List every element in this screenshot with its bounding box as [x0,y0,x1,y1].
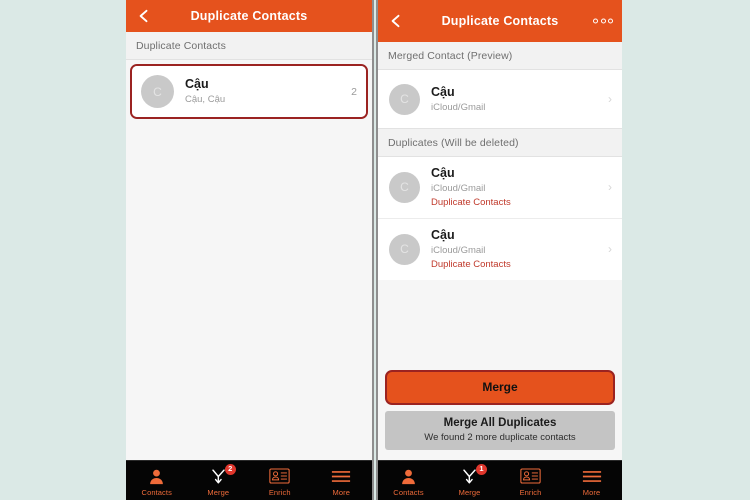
left-screen-body: Duplicate Contacts C Cậu Cậu, Cậu 2 [126,32,372,460]
left-contacts-list: C Cậu Cậu, Cậu 2 [126,60,372,119]
merge-badge: 2 [224,463,236,475]
left-phone-screen: Duplicate Contacts Duplicate Contacts C … [126,0,374,500]
tab-more[interactable]: More [311,461,373,500]
person-icon [148,467,165,486]
hamburger-icon [582,467,602,486]
person-icon [400,467,417,486]
avatar: C [389,233,420,265]
contact-name: Cậu [431,227,455,242]
screenshot-stage: Duplicate Contacts Duplicate Contacts C … [0,0,750,500]
merged-contact-list: C Cậu iCloud/Gmail › [378,70,622,128]
avatar: C [141,75,174,108]
right-screen-body: Merged Contact (Preview) C Cậu iCloud/Gm… [378,42,622,460]
merge-badge: 1 [476,463,487,475]
left-section-header: Duplicate Contacts [126,32,372,60]
tab-label: Merge [458,487,481,497]
list-item[interactable]: C Cậu Cậu, Cậu 2 [132,66,366,117]
tab-label: Enrich [268,487,291,497]
merge-arrows-icon: 2 [210,463,236,486]
right-page-title: Duplicate Contacts [441,14,559,28]
list-item-text: Cậu iCloud/Gmail Duplicate Contacts [431,228,602,271]
tab-label: Contacts [393,487,424,497]
contact-card-icon [269,467,290,486]
chevron-right-icon: › [608,180,612,195]
list-item[interactable]: C Cậu iCloud/Gmail Duplicate Contacts › [378,217,622,280]
right-phone-screen: Duplicate Contacts Merged Contact (Previ… [376,0,622,500]
left-tabbar: Contacts 2 Merge Enrich More [126,460,372,500]
list-item-text: Cậu Cậu, Cậu [185,77,345,106]
merged-section-header: Merged Contact (Preview) [378,42,622,70]
left-empty-area [126,119,372,460]
tab-merge[interactable]: 2 Merge [188,461,250,500]
right-empty-area [378,279,622,371]
tab-enrich[interactable]: Enrich [500,461,561,500]
back-chevron-icon[interactable] [137,9,151,23]
list-item[interactable]: C Cậu iCloud/Gmail › [378,70,622,128]
more-dot [600,18,606,24]
duplicates-section-header: Duplicates (Will be deleted) [378,128,622,157]
back-chevron-icon[interactable] [389,14,403,28]
merge-all-duplicates-button[interactable]: Merge All Duplicates We found 2 more dup… [385,411,615,450]
contact-name: Cậu [431,166,455,180]
tab-more[interactable]: More [561,461,622,500]
contact-subtitle: Cậu, Cậu [185,94,226,106]
tab-merge[interactable]: 1 Merge [439,461,500,500]
list-item-text: Cậu iCloud/Gmail [431,85,602,114]
list-item-text: Cậu iCloud/Gmail Duplicate Contacts [431,166,602,209]
tab-contacts[interactable]: Contacts [378,461,439,500]
avatar: C [389,171,420,203]
duplicate-count: 2 [351,85,357,98]
duplicates-list: C Cậu iCloud/Gmail Duplicate Contacts › … [378,157,622,280]
tab-label: Merge [207,487,230,497]
tab-contacts[interactable]: Contacts [126,461,188,500]
duplicate-tag: Duplicate Contacts [431,258,511,270]
hamburger-icon [331,467,351,486]
right-tabbar: Contacts 1 Merge Enrich More [378,460,622,500]
more-dot [593,18,598,24]
merge-all-sublabel: We found 2 more duplicate contacts [424,431,576,443]
tab-label: More [332,487,350,497]
action-buttons: Merge Merge All Duplicates We found 2 mo… [378,370,622,460]
contact-source: iCloud/Gmail [431,244,486,256]
tab-label: More [582,487,601,497]
merge-button[interactable]: Merge [385,370,615,406]
list-item[interactable]: C Cậu iCloud/Gmail Duplicate Contacts › [378,157,622,218]
avatar: C [389,83,420,115]
left-page-title: Duplicate Contacts [190,9,308,23]
chevron-right-icon: › [608,242,612,257]
chevron-right-icon: › [608,92,612,106]
contact-name: Cậu [431,84,455,99]
contact-source: iCloud/Gmail [431,183,486,194]
selected-duplicate-group[interactable]: C Cậu Cậu, Cậu 2 [130,64,368,119]
right-navbar: Duplicate Contacts [378,0,622,42]
more-options-icon[interactable] [593,18,613,24]
contact-name: Cậu [185,77,209,92]
more-dot [608,18,613,24]
tab-label: Contacts [141,487,172,497]
contact-source: iCloud/Gmail [431,101,486,113]
tab-enrich[interactable]: Enrich [249,461,311,500]
left-navbar: Duplicate Contacts [126,0,372,32]
contact-card-icon [520,467,541,486]
tab-label: Enrich [519,487,542,497]
merge-all-label: Merge All Duplicates [443,417,557,430]
merge-arrows-icon: 1 [461,463,487,486]
duplicate-tag: Duplicate Contacts [431,196,511,208]
